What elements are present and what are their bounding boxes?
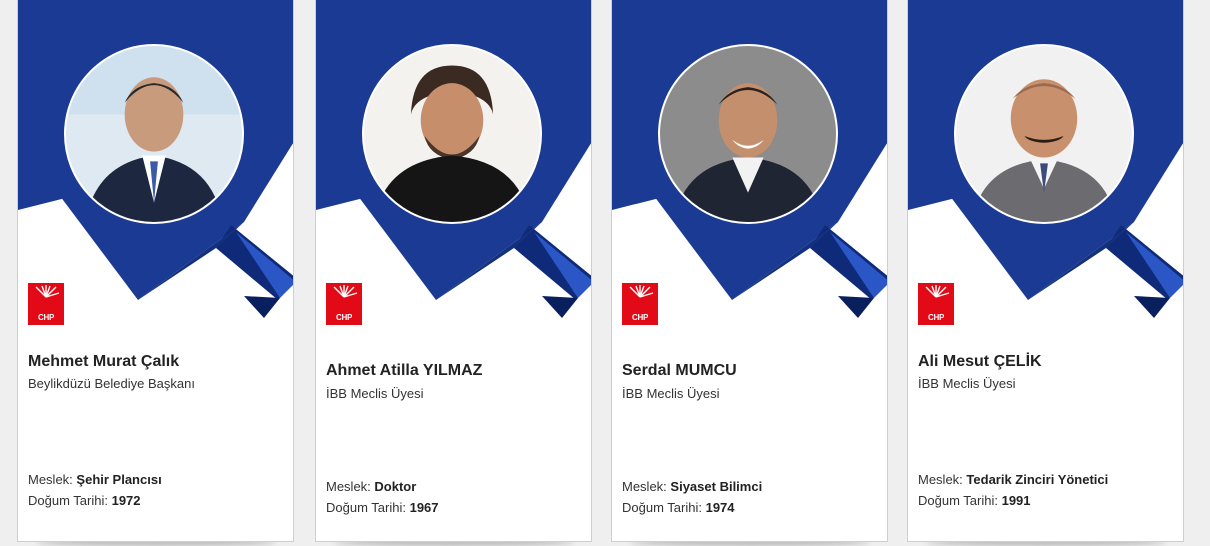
party-logo: CHP xyxy=(28,283,64,325)
candidate-card[interactable]: CHP Serdal MUMCU İBB Meclis Üyesi Meslek… xyxy=(611,0,888,542)
candidate-occupation: Meslek: Tedarik Zinciri Yönetici xyxy=(918,469,1108,490)
occupation-value: Tedarik Zinciri Yönetici xyxy=(966,472,1109,487)
birth-label: Doğum Tarihi: xyxy=(28,493,108,508)
logo-text: CHP xyxy=(336,313,352,322)
candidate-occupation: Meslek: Şehir Plancısı xyxy=(28,469,162,490)
logo-text: CHP xyxy=(632,313,648,322)
occupation-value: Şehir Plancısı xyxy=(76,472,162,487)
birth-label: Doğum Tarihi: xyxy=(622,500,702,515)
candidate-title: İBB Meclis Üyesi xyxy=(918,376,1016,391)
candidate-title: Beylikdüzü Belediye Başkanı xyxy=(28,376,195,391)
avatar xyxy=(64,44,244,224)
arrows-icon xyxy=(35,285,60,298)
candidate-name: Mehmet Murat Çalık xyxy=(28,353,180,370)
candidate-occupation: Meslek: Doktor xyxy=(326,476,416,497)
candidate-birth: Doğum Tarihi: 1974 xyxy=(622,497,735,518)
arrows-icon xyxy=(925,285,950,298)
occupation-label: Meslek: xyxy=(326,479,371,494)
candidate-occupation: Meslek: Siyaset Bilimci xyxy=(622,476,762,497)
birth-value: 1967 xyxy=(409,500,439,515)
candidate-name: Serdal MUMCU xyxy=(622,362,737,379)
logo-text: CHP xyxy=(928,313,944,322)
party-logo: CHP xyxy=(326,283,362,325)
avatar xyxy=(362,44,542,224)
birth-value: 1974 xyxy=(705,500,735,515)
candidate-title: İBB Meclis Üyesi xyxy=(326,386,424,401)
birth-label: Doğum Tarihi: xyxy=(918,493,998,508)
birth-value: 1972 xyxy=(111,493,141,508)
birth-value: 1991 xyxy=(1001,493,1031,508)
avatar xyxy=(658,44,838,224)
candidate-birth: Doğum Tarihi: 1991 xyxy=(918,490,1031,511)
arrows-icon xyxy=(629,285,654,298)
candidate-card[interactable]: CHP Mehmet Murat Çalık Beylikdüzü Beledi… xyxy=(17,0,294,542)
avatar xyxy=(954,44,1134,224)
occupation-value: Doktor xyxy=(374,479,417,494)
occupation-value: Siyaset Bilimci xyxy=(670,479,763,494)
party-logo: CHP xyxy=(918,283,954,325)
arrows-icon xyxy=(333,285,358,298)
candidate-card[interactable]: CHP Ahmet Atilla YILMAZ İBB Meclis Üyesi… xyxy=(315,0,592,542)
candidate-card[interactable]: CHP Ali Mesut ÇELİK İBB Meclis Üyesi Mes… xyxy=(907,0,1184,542)
candidate-name: Ahmet Atilla YILMAZ xyxy=(326,362,483,379)
candidate-birth: Doğum Tarihi: 1972 xyxy=(28,490,141,511)
logo-text: CHP xyxy=(38,313,54,322)
birth-label: Doğum Tarihi: xyxy=(326,500,406,515)
party-logo: CHP xyxy=(622,283,658,325)
candidate-name: Ali Mesut ÇELİK xyxy=(918,353,1042,370)
occupation-label: Meslek: xyxy=(28,472,73,487)
candidate-birth: Doğum Tarihi: 1967 xyxy=(326,497,439,518)
occupation-label: Meslek: xyxy=(622,479,667,494)
occupation-label: Meslek: xyxy=(918,472,963,487)
candidate-title: İBB Meclis Üyesi xyxy=(622,386,720,401)
